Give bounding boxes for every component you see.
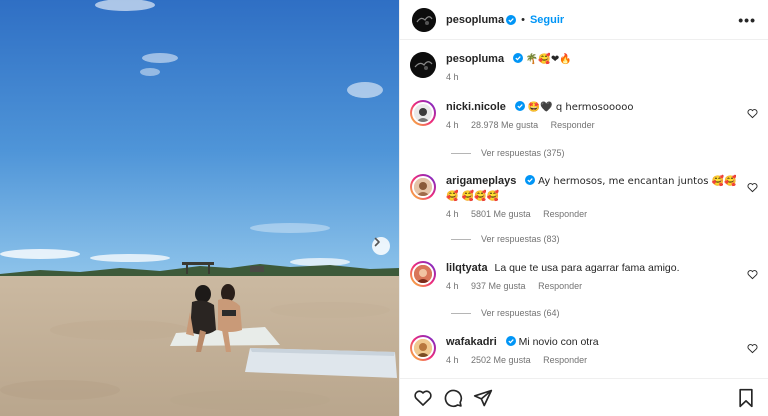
verified-badge-icon xyxy=(514,101,525,111)
comment-text: La que te usa para agarrar fama amigo. xyxy=(494,262,680,274)
post-side-panel: pesopluma • Seguir ••• pesopluma 🌴🥰❤🔥 4 … xyxy=(399,0,768,416)
post-photo[interactable] xyxy=(0,0,399,416)
like-comment-heart-icon[interactable] xyxy=(747,343,758,354)
author-avatar[interactable] xyxy=(412,7,436,32)
commenter-avatar[interactable] xyxy=(410,100,436,126)
comment-time: 4 h xyxy=(446,281,459,291)
follow-button[interactable]: Seguir xyxy=(530,14,564,26)
like-comment-heart-icon[interactable] xyxy=(747,182,758,193)
like-comment-heart-icon[interactable] xyxy=(747,108,758,119)
avatar-image xyxy=(412,7,436,32)
verified-badge-icon xyxy=(505,336,516,346)
view-replies-button[interactable]: Ver respuestas (375) xyxy=(451,148,565,158)
verified-badge-icon xyxy=(513,53,523,63)
author-username[interactable]: pesopluma xyxy=(446,14,504,26)
comment-likes[interactable]: 2502 Me gusta xyxy=(471,355,531,365)
bookmark-icon xyxy=(739,388,753,407)
post-actions-bar xyxy=(400,378,768,416)
comment-username[interactable]: nicki.nicole xyxy=(446,101,506,113)
beach-photo-image xyxy=(0,0,399,416)
caption-author-avatar[interactable] xyxy=(410,52,436,78)
caption-text: 🌴🥰❤🔥 xyxy=(525,54,572,65)
view-replies-button[interactable]: Ver respuestas (83) xyxy=(451,234,560,244)
reply-button[interactable]: Responder xyxy=(538,281,582,291)
comment-text: 🤩🖤 q hermosooooo xyxy=(527,102,634,113)
next-photo-button[interactable] xyxy=(372,237,390,255)
view-replies-label: Ver respuestas (83) xyxy=(481,234,560,244)
comment-time: 4 h xyxy=(446,209,459,219)
replies-divider xyxy=(451,238,471,240)
comment-row: lilqtyata La que te usa para agarrar fam… xyxy=(410,261,760,294)
avatar-image xyxy=(414,104,432,122)
comment-username[interactable]: arigameplays xyxy=(446,175,516,187)
post-header: pesopluma • Seguir ••• xyxy=(400,0,768,40)
comment-button[interactable] xyxy=(442,387,464,409)
chevron-right-icon xyxy=(374,237,380,247)
comment-time: 4 h xyxy=(446,355,459,365)
comment-icon xyxy=(444,389,463,407)
replies-divider xyxy=(451,152,471,154)
avatar-image xyxy=(414,339,432,357)
share-icon xyxy=(473,389,493,406)
reply-button[interactable]: Responder xyxy=(543,355,587,365)
view-replies-label: Ver respuestas (64) xyxy=(481,308,560,318)
heart-icon xyxy=(414,389,432,406)
avatar-image xyxy=(414,265,432,283)
comment-username[interactable]: wafakadri xyxy=(446,336,497,348)
comment-likes[interactable]: 5801 Me gusta xyxy=(471,209,531,219)
commenter-avatar[interactable] xyxy=(410,174,436,200)
caption-time: 4 h xyxy=(446,72,459,82)
comments-list[interactable]: pesopluma 🌴🥰❤🔥 4 h nicki.nicole 🤩🖤 q her… xyxy=(400,40,768,376)
replies-divider xyxy=(451,312,471,314)
verified-badge-icon xyxy=(506,14,517,25)
like-post-button[interactable] xyxy=(412,387,434,409)
comment-time: 4 h xyxy=(446,120,459,130)
comment-likes[interactable]: 28.978 Me gusta xyxy=(471,120,538,130)
avatar-image xyxy=(414,178,432,196)
comment-username[interactable]: lilqtyata xyxy=(446,262,488,274)
like-comment-heart-icon[interactable] xyxy=(747,269,758,280)
comment-row: wafakadri Mi novio con otra 4 h 2502 Me … xyxy=(410,335,760,368)
view-replies-label: Ver respuestas (375) xyxy=(481,148,565,158)
comment-likes[interactable]: 937 Me gusta xyxy=(471,281,526,291)
caption-row: pesopluma 🌴🥰❤🔥 4 h xyxy=(410,52,760,85)
comment-text: Mi novio con otra xyxy=(518,336,599,348)
avatar-image xyxy=(410,52,436,78)
comment-row: nicki.nicole 🤩🖤 q hermosooooo 4 h 28.978… xyxy=(410,100,760,133)
view-replies-button[interactable]: Ver respuestas (64) xyxy=(451,308,560,318)
share-button[interactable] xyxy=(472,387,494,409)
caption-username[interactable]: pesopluma xyxy=(446,53,504,65)
more-options-button[interactable]: ••• xyxy=(738,12,756,28)
save-button[interactable] xyxy=(735,387,757,409)
verified-badge-icon xyxy=(525,175,536,185)
reply-button[interactable]: Responder xyxy=(551,120,595,130)
comment-row: arigameplays Ay hermosos, me encantan ju… xyxy=(410,174,760,222)
commenter-avatar[interactable] xyxy=(410,261,436,287)
separator-dot: • xyxy=(521,13,525,26)
reply-button[interactable]: Responder xyxy=(543,209,587,219)
commenter-avatar[interactable] xyxy=(410,335,436,361)
